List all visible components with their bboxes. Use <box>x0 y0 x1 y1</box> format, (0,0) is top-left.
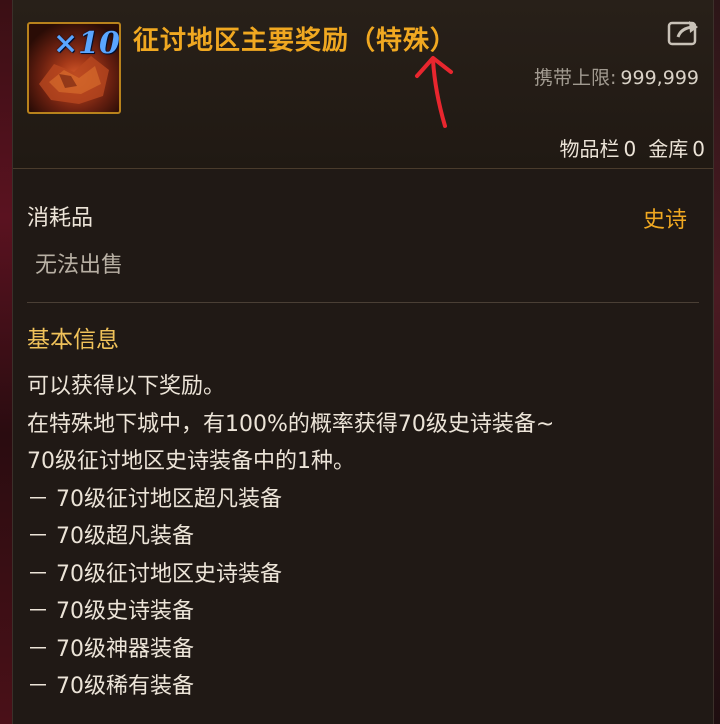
carry-limit-value: 999,999 <box>620 67 699 89</box>
sell-status: 无法出售 <box>35 253 124 278</box>
desc-line: 70级征讨地区史诗装备中的1种。 <box>27 449 355 474</box>
reward-list-item: － 70级神器装备 <box>27 636 194 662</box>
external-share-icon[interactable] <box>667 18 701 46</box>
inventory-label: 物品栏 <box>559 137 620 161</box>
inventory-count: 0 <box>623 137 637 161</box>
reward-list-item: － 70级征讨地区超凡装备 <box>27 486 282 512</box>
reward-list-item: － 70级超凡装备 <box>27 524 194 549</box>
storage-count: 0 <box>692 137 705 161</box>
item-tooltip: ×10 征讨地区主要奖励（特殊） 携带上限: 999,999 物品栏 0 金库 0 消耗… <box>12 0 714 724</box>
stack-count: ×10 <box>53 26 120 61</box>
tooltip-header: ×10 征讨地区主要奖励（特殊） 携带上限: 999,999 物品栏 0 金库 0 <box>13 0 713 169</box>
red-up-arrow-icon <box>415 56 453 128</box>
item-type: 消耗品 <box>27 206 94 231</box>
info-description: 可以获得以下奖励。 在特殊地下城中，有100%的概率获得70级史诗装备~ 70级… <box>27 368 707 706</box>
storage-label: 金库 <box>648 137 689 161</box>
reward-list-item: － 70级征讨地区史诗装备 <box>27 561 282 587</box>
item-icon: ×10 <box>27 22 121 114</box>
info-title: 基本信息 <box>27 327 119 353</box>
carry-limit: 携带上限: 999,999 <box>534 63 699 90</box>
item-type-section: 消耗品 史诗 无法出售 <box>13 169 713 302</box>
carry-limit-label: 携带上限: <box>534 67 617 89</box>
inventory-counts: 物品栏 0 金库 0 <box>556 133 705 162</box>
item-rarity: 史诗 <box>642 208 687 233</box>
section-divider <box>27 302 699 303</box>
desc-line: 在特殊地下城中，有100%的概率获得70级史诗装备~ <box>27 411 555 437</box>
background-left-edge <box>0 0 12 724</box>
reward-list-item: － 70级稀有装备 <box>27 674 194 699</box>
desc-line: 可以获得以下奖励。 <box>27 374 226 399</box>
reward-list-item: － 70级史诗装备 <box>27 599 194 624</box>
